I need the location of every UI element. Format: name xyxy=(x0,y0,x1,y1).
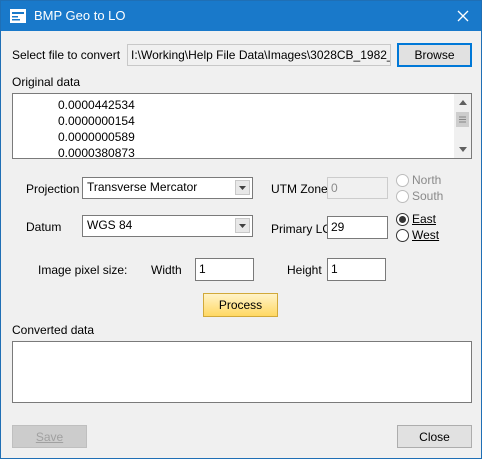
west-label-text: West xyxy=(412,228,440,242)
width-value: 1 xyxy=(199,262,206,276)
west-radio[interactable] xyxy=(396,229,409,242)
original-data-label: Original data xyxy=(12,75,81,89)
chevron-down-icon[interactable] xyxy=(235,218,250,233)
utm-zone-value: 0 xyxy=(331,181,338,195)
east-radio[interactable] xyxy=(396,213,409,226)
north-radio[interactable] xyxy=(396,174,409,187)
title-bar[interactable]: BMP Geo to LO xyxy=(1,1,481,31)
projection-select[interactable]: Transverse Mercator xyxy=(82,177,253,199)
projection-value: Transverse Mercator xyxy=(87,180,198,194)
utm-zone-field[interactable]: 0 xyxy=(327,177,388,199)
pixel-size-label: Image pixel size: xyxy=(38,263,128,277)
close-button[interactable]: Close xyxy=(397,425,472,448)
chevron-down-icon[interactable] xyxy=(235,180,250,195)
original-data-list[interactable]: 0.0000442534 0.0000000154 0.0000000589 0… xyxy=(12,93,472,159)
width-field[interactable]: 1 xyxy=(195,258,254,281)
datum-label: Datum xyxy=(26,220,62,234)
browse-button[interactable]: Browse xyxy=(397,43,472,67)
primary-lo-label: Primary LO xyxy=(271,222,332,236)
list-item: 0.0000442534 xyxy=(58,98,135,112)
primary-lo-field[interactable]: 29 xyxy=(327,216,388,239)
east-label-text: East xyxy=(412,212,437,226)
close-window-icon[interactable] xyxy=(445,1,481,31)
scroll-down-icon[interactable] xyxy=(454,141,471,158)
height-field[interactable]: 1 xyxy=(327,258,386,281)
save-button-label: Save xyxy=(36,430,63,444)
south-label: South xyxy=(412,189,444,203)
browse-button-label: Browse xyxy=(414,48,455,62)
list-item: 0.0000000589 xyxy=(58,130,135,144)
projection-label: Projection xyxy=(26,182,80,196)
south-radio[interactable] xyxy=(396,190,409,203)
list-item: 0.0000000154 xyxy=(58,114,135,128)
primary-lo-value: 29 xyxy=(331,220,345,234)
save-button-text: Save xyxy=(35,429,64,444)
save-button[interactable]: Save xyxy=(12,425,87,448)
window-title: BMP Geo to LO xyxy=(34,8,126,23)
app-icon xyxy=(10,9,26,23)
datum-value: WGS 84 xyxy=(87,218,133,232)
process-button[interactable]: Process xyxy=(203,293,278,317)
close-button-label: Close xyxy=(419,429,450,444)
height-value: 1 xyxy=(331,262,338,276)
vertical-scrollbar[interactable] xyxy=(454,94,471,158)
process-button-label: Process xyxy=(218,298,263,312)
scroll-thumb[interactable] xyxy=(456,112,469,127)
converted-data-textarea[interactable] xyxy=(12,341,472,403)
width-label: Width xyxy=(151,263,182,277)
east-label: East xyxy=(412,212,436,226)
scroll-up-icon[interactable] xyxy=(454,94,471,111)
height-label: Height xyxy=(287,263,322,277)
select-file-label: Select file to convert xyxy=(12,48,121,62)
west-label: West xyxy=(412,228,439,242)
file-path-field[interactable]: I:\Working\Help File Data\Images\3028CB_… xyxy=(127,44,391,66)
list-item: 0.0000380873 xyxy=(58,146,135,159)
utm-zone-label: UTM Zone xyxy=(271,182,328,196)
north-label: North xyxy=(412,173,442,187)
file-path-text: I:\Working\Help File Data\Images\3028CB_… xyxy=(131,48,391,62)
converted-data-label: Converted data xyxy=(12,323,95,337)
datum-select[interactable]: WGS 84 xyxy=(82,215,253,237)
dialog-window: BMP Geo to LO Select file to convert I:\… xyxy=(0,0,482,459)
